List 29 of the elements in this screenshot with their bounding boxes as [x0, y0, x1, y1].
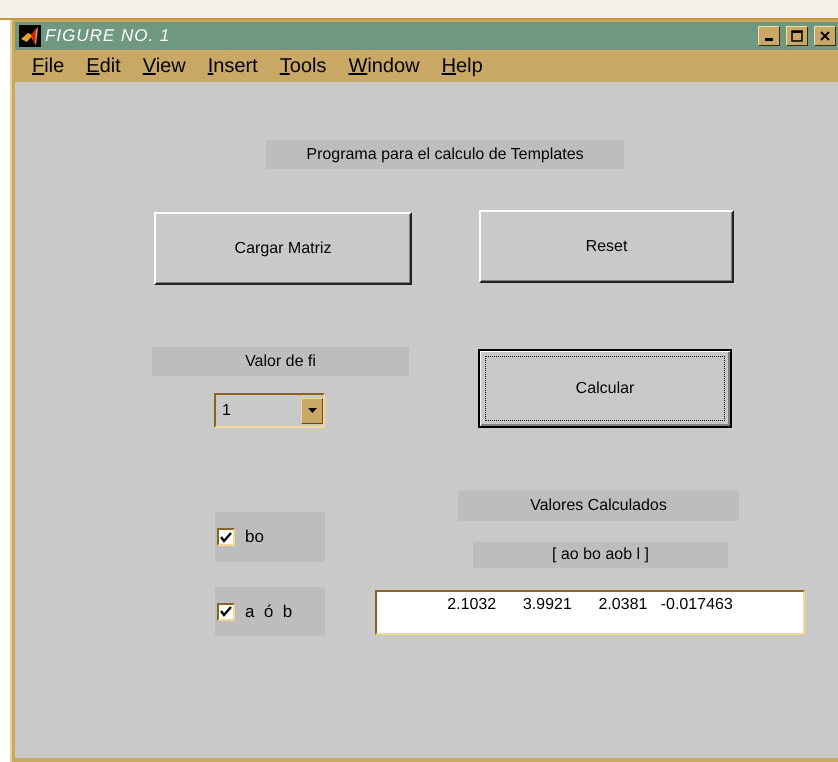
- checkbox-label: a ó b: [245, 602, 292, 622]
- menu-item[interactable]: Edit: [75, 54, 132, 78]
- menu-item[interactable]: Insert: [196, 54, 269, 78]
- dropdown-arrow-icon: [308, 408, 316, 413]
- close-button[interactable]: [814, 26, 836, 46]
- window-title: FIGURE NO. 1: [45, 26, 172, 46]
- push-button[interactable]: Cargar Matriz: [154, 212, 412, 285]
- menu-item[interactable]: View: [132, 54, 197, 78]
- checkbox[interactable]: [217, 602, 235, 620]
- label-text: Valor de fi: [152, 347, 409, 376]
- push-button[interactable]: Reset: [479, 210, 734, 283]
- menu-item[interactable]: Tools: [268, 54, 338, 78]
- close-icon: [820, 31, 830, 41]
- menu-item[interactable]: File: [21, 54, 76, 78]
- minimize-icon: [765, 38, 773, 40]
- menu-item[interactable]: Window: [337, 54, 431, 78]
- label-text: Valores Calculados: [458, 490, 739, 521]
- label-text: [ ao bo aob l ]: [473, 542, 728, 568]
- checkbox-label: bo: [245, 527, 264, 547]
- maximize-button[interactable]: [786, 26, 808, 46]
- maximize-icon: [791, 30, 803, 42]
- result-field[interactable]: 2.1032 3.9921 2.0381 -0.017463: [375, 590, 805, 635]
- checkbox[interactable]: [217, 528, 235, 546]
- app-logo-icon: [19, 25, 41, 47]
- push-button[interactable]: Calcular: [478, 349, 732, 428]
- label-text: Programa para el calculo de Templates: [266, 140, 624, 169]
- popup-menu[interactable]: 1: [214, 393, 325, 428]
- menu-item[interactable]: Help: [430, 54, 494, 78]
- minimize-button[interactable]: [758, 26, 780, 46]
